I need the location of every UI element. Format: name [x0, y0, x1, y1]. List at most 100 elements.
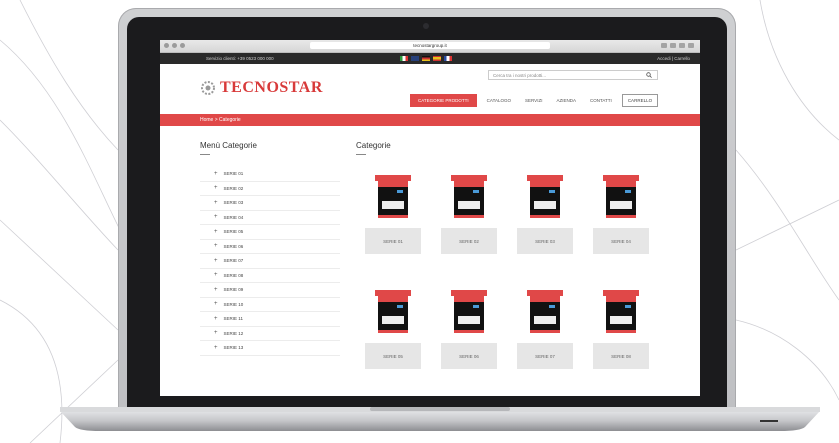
product-label[interactable]: SERIE 06: [441, 343, 497, 369]
category-label: SERIE 02: [223, 185, 244, 191]
product-image[interactable]: [527, 175, 563, 219]
grid-title: Categorie: [356, 141, 391, 150]
product-image[interactable]: [451, 175, 487, 219]
flag-it-icon[interactable]: [400, 56, 408, 61]
camera-icon: [423, 23, 429, 29]
product-card[interactable]: SERIE 08: [589, 286, 653, 396]
product-label[interactable]: SERIE 05: [365, 343, 421, 369]
cart-button[interactable]: CARRELLO: [621, 94, 659, 107]
category-list: + SERIE 01 + SERIE 02 + SERIE 03 + SERIE 04 + SER…: [200, 167, 340, 356]
title-underline: [356, 154, 366, 155]
plus-icon: +: [214, 330, 218, 337]
plus-icon: +: [214, 315, 218, 322]
product-card[interactable]: SERIE 01: [361, 171, 425, 286]
plus-icon: +: [214, 344, 218, 351]
product-label[interactable]: SERIE 04: [593, 228, 649, 254]
product-label[interactable]: SERIE 03: [517, 228, 573, 254]
sidebar-category-item[interactable]: + SERIE 10: [200, 298, 340, 312]
sidebar-title: Menù Categorie: [200, 141, 257, 150]
nav-item-servizi[interactable]: SERVIZI: [521, 95, 546, 106]
screen: tecnostargroup.it Servizio clienti: +39 …: [160, 40, 700, 396]
sidebar-category-item[interactable]: + SERIE 13: [200, 341, 340, 356]
address-bar[interactable]: tecnostargroup.it: [310, 42, 550, 49]
browser-toolbar-icons[interactable]: [661, 43, 694, 48]
plus-icon: +: [214, 272, 218, 279]
plus-icon: +: [214, 185, 218, 192]
plus-icon: +: [214, 257, 218, 264]
nav-item-catalogo[interactable]: CATALOGO: [483, 95, 515, 106]
category-label: SERIE 10: [223, 301, 244, 307]
nav-item-contatti[interactable]: CONTATTI: [586, 95, 616, 106]
laptop-base: [60, 407, 820, 431]
category-label: SERIE 05: [223, 229, 244, 235]
sidebar-category-item[interactable]: + SERIE 06: [200, 240, 340, 254]
nav-item-categorie[interactable]: CATEGORIE PRODOTTI: [410, 94, 477, 107]
flag-es-icon[interactable]: [433, 56, 441, 61]
product-image[interactable]: [527, 290, 563, 334]
category-label: SERIE 08: [223, 272, 244, 278]
category-sidebar: Menù Categorie + SERIE 01 + SERIE 02 + SERIE …: [200, 141, 340, 356]
sidebar-category-item[interactable]: + SERIE 01: [200, 167, 340, 182]
sidebar-category-item[interactable]: + SERIE 04: [200, 211, 340, 225]
search-input[interactable]: Cerca tra i nostri prodotti...: [488, 70, 658, 80]
plus-icon: +: [214, 243, 218, 250]
logo-text: TECNOSTAR: [220, 79, 323, 96]
product-label[interactable]: SERIE 07: [517, 343, 573, 369]
title-underline: [200, 154, 210, 155]
category-label: SERIE 07: [223, 258, 244, 264]
logo-gear-icon: [201, 81, 215, 95]
site-logo[interactable]: TECNOSTAR: [200, 79, 323, 97]
plus-icon: +: [214, 286, 218, 293]
product-image[interactable]: [375, 175, 411, 219]
flag-fr-icon[interactable]: [444, 56, 452, 61]
plus-icon: +: [214, 301, 218, 308]
product-label[interactable]: SERIE 01: [365, 228, 421, 254]
category-label: SERIE 11: [223, 316, 243, 322]
product-label[interactable]: SERIE 02: [441, 228, 497, 254]
category-label: SERIE 03: [223, 200, 244, 206]
product-image[interactable]: [451, 290, 487, 334]
plus-icon: +: [214, 228, 218, 235]
sidebar-category-item[interactable]: + SERIE 11: [200, 312, 340, 327]
category-label: SERIE 06: [223, 243, 244, 249]
account-links[interactable]: Accedi | Carrello: [657, 53, 690, 64]
product-card[interactable]: SERIE 06: [437, 286, 501, 396]
sidebar-category-item[interactable]: + SERIE 05: [200, 225, 340, 240]
flag-uk-icon[interactable]: [411, 56, 419, 61]
plus-icon: +: [214, 199, 218, 206]
sidebar-category-item[interactable]: + SERIE 02: [200, 182, 340, 196]
sidebar-category-item[interactable]: + SERIE 03: [200, 196, 340, 211]
nav-item-azienda[interactable]: AZIENDA: [552, 95, 580, 106]
sidebar-category-item[interactable]: + SERIE 07: [200, 254, 340, 269]
top-bar: Servizio clienti: +39 0523 000 000 Acced…: [160, 53, 700, 64]
category-label: SERIE 13: [223, 345, 244, 351]
category-label: SERIE 01: [223, 171, 244, 177]
product-card[interactable]: SERIE 04: [589, 171, 653, 286]
main-nav: CATEGORIE PRODOTTI CATALOGO SERVIZI AZIE…: [410, 94, 659, 107]
category-label: SERIE 09: [223, 287, 244, 293]
product-card[interactable]: SERIE 02: [437, 171, 501, 286]
sidebar-category-item[interactable]: + SERIE 09: [200, 283, 340, 298]
browser-chrome: tecnostargroup.it: [160, 40, 700, 53]
flag-de-icon[interactable]: [422, 56, 430, 61]
product-grid: SERIE 01 SERIE 02 SERIE 03 SERIE 04 SERIE 05…: [361, 171, 653, 396]
language-flags: [400, 56, 452, 61]
product-image[interactable]: [375, 290, 411, 334]
category-grid-area: Categorie SERIE 01 SERIE 02 SERIE 03 SERIE …: [356, 141, 676, 369]
product-card[interactable]: SERIE 05: [361, 286, 425, 396]
sidebar-category-item[interactable]: + SERIE 12: [200, 327, 340, 341]
product-card[interactable]: SERIE 03: [513, 171, 577, 286]
site-header: TECNOSTAR Cerca tra i nostri prodotti...…: [160, 64, 700, 114]
plus-icon: +: [214, 214, 218, 221]
window-controls[interactable]: [164, 43, 185, 48]
plus-icon: +: [214, 170, 218, 177]
search-icon[interactable]: [646, 72, 652, 78]
product-image[interactable]: [603, 290, 639, 334]
product-image[interactable]: [603, 175, 639, 219]
category-label: SERIE 12: [223, 330, 244, 336]
product-label[interactable]: SERIE 08: [593, 343, 649, 369]
category-label: SERIE 04: [223, 214, 244, 220]
product-card[interactable]: SERIE 07: [513, 286, 577, 396]
sidebar-category-item[interactable]: + SERIE 08: [200, 269, 340, 283]
main-content: Menù Categorie + SERIE 01 + SERIE 02 + SERIE …: [160, 126, 700, 396]
